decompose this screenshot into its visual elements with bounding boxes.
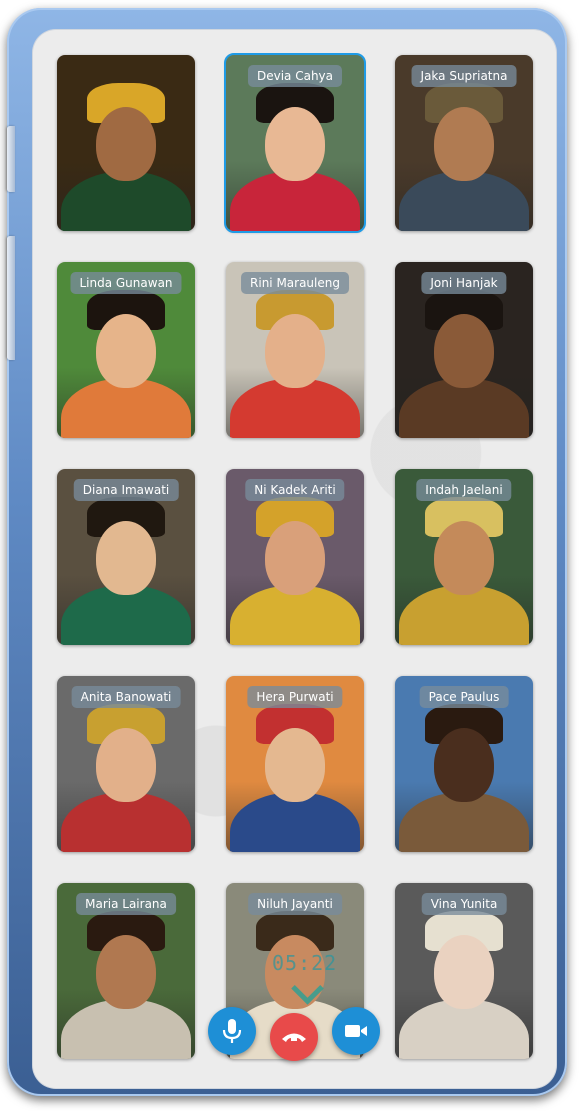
participant-face [434, 521, 494, 595]
participant-face [96, 521, 156, 595]
participant-name: Jaka Supriatna [411, 65, 517, 87]
participant-face [434, 314, 494, 388]
participant-face [265, 314, 325, 388]
participant-name: Diana Imawati [73, 479, 179, 501]
participant-face [434, 107, 494, 181]
phone-frame: Devia Cahya Jaka Supriatna Linda Gunawan Ri… [7, 8, 567, 1096]
participant-face [265, 521, 325, 595]
participant-tile[interactable]: Anita Banowati [57, 676, 195, 852]
microphone-icon [222, 1019, 242, 1043]
video-call-screen: Devia Cahya Jaka Supriatna Linda Gunawan Ri… [32, 29, 557, 1089]
mute-mic-button[interactable] [208, 1007, 256, 1055]
participant-tile[interactable]: Linda Gunawan [57, 262, 195, 438]
toggle-video-button[interactable] [332, 1007, 380, 1055]
volume-down-button [7, 236, 15, 360]
video-camera-icon [345, 1025, 367, 1037]
participant-tile[interactable]: Rini Marauleng [226, 262, 364, 438]
participant-tile[interactable]: Maria Lairana [57, 883, 195, 1059]
participant-tile[interactable]: Pace Paulus [395, 676, 533, 852]
participant-name: Devia Cahya [247, 65, 343, 87]
participant-name: Vina Yunita [421, 893, 507, 915]
participant-name: Niluh Jayanti [248, 893, 342, 915]
participant-face [434, 728, 494, 802]
participant-tile[interactable]: Devia Cahya [224, 53, 366, 233]
participant-tile[interactable]: Jaka Supriatna [395, 55, 533, 231]
participant-tile[interactable]: Ni Kadek Ariti [226, 469, 364, 645]
participant-tile[interactable]: Diana Imawati [57, 469, 195, 645]
participant-video [57, 55, 195, 231]
participant-face [96, 728, 156, 802]
participant-face [96, 107, 156, 181]
participant-name: Rini Marauleng [241, 272, 349, 294]
participant-name: Joni Hanjak [421, 272, 507, 294]
participant-name: Indah Jaelani [416, 479, 512, 501]
participant-tile[interactable]: Joni Hanjak [395, 262, 533, 438]
participant-face [434, 935, 494, 1009]
participant-name: Hera Purwati [247, 686, 343, 708]
participant-tile[interactable]: Vina Yunita [395, 883, 533, 1059]
participant-name: Ni Kadek Ariti [245, 479, 345, 501]
participant-face [96, 314, 156, 388]
participant-tile[interactable]: Indah Jaelani [395, 469, 533, 645]
hang-up-icon [282, 1033, 306, 1042]
participant-face [265, 107, 325, 181]
participant-tile[interactable]: Hera Purwati [226, 676, 364, 852]
volume-up-button [7, 126, 15, 192]
participant-name: Linda Gunawan [70, 272, 182, 294]
participant-name: Pace Paulus [419, 686, 509, 708]
participant-name: Maria Lairana [76, 893, 176, 915]
participant-name: Anita Banowati [71, 686, 181, 708]
participant-face [96, 935, 156, 1009]
call-timer: 05:22 [272, 951, 338, 975]
participant-face [265, 728, 325, 802]
end-call-button[interactable] [270, 1013, 318, 1061]
participant-tile[interactable] [57, 55, 195, 231]
